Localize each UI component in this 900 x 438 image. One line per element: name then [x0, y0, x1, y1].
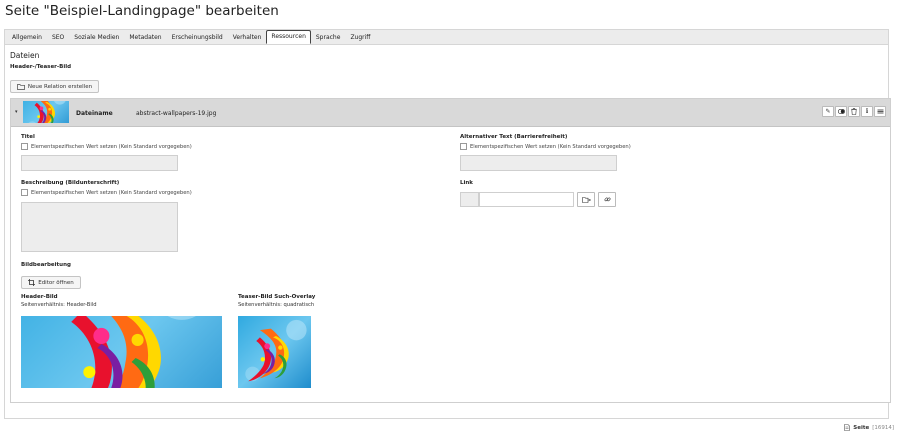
editor-open-label: Editor öffnen — [38, 279, 74, 286]
header-crop-title: Header-Bild — [21, 294, 58, 300]
titel-label: Titel — [21, 134, 35, 140]
tab-soziale-medien[interactable]: Soziale Medien — [69, 31, 124, 44]
field-title: Header-/Teaser-Bild — [10, 64, 72, 70]
abstract-artwork — [238, 316, 311, 388]
link-label: Link — [460, 180, 473, 186]
checkbox-box[interactable] — [460, 143, 467, 150]
beschreibung-label: Beschreibung (Bildunterschrift) — [21, 180, 120, 186]
alt-text-input[interactable] — [460, 155, 617, 171]
link-input[interactable] — [479, 192, 574, 207]
file-relation: ▾ Dateiname abstract-wallpapers-19.jpg ✎… — [10, 98, 891, 403]
record-id: [16914] — [872, 424, 894, 431]
link-browser-icon[interactable] — [577, 192, 595, 207]
relation-header[interactable]: ▾ Dateiname abstract-wallpapers-19.jpg ✎… — [11, 99, 890, 127]
alt-text-override-label: Elementspezifischen Wert setzen (Kein St… — [470, 143, 631, 150]
drag-handle-icon[interactable] — [874, 106, 886, 117]
tab-verhalten[interactable]: Verhalten — [228, 31, 267, 44]
editor-open-button[interactable]: Editor öffnen — [21, 276, 81, 289]
trash-icon[interactable] — [848, 106, 860, 117]
file-thumbnail[interactable] — [23, 101, 69, 123]
tab-erscheinungsbild[interactable]: Erscheinungsbild — [167, 31, 228, 44]
checkbox-box[interactable] — [21, 189, 28, 196]
beschreibung-textarea[interactable] — [21, 202, 178, 252]
tab-metadaten[interactable]: Metadaten — [124, 31, 166, 44]
page-icon — [844, 424, 851, 431]
teaser-crop-preview[interactable] — [238, 316, 311, 388]
link-chain-icon[interactable] — [598, 192, 616, 207]
teaser-crop-ratio: Seitenverhältnis: quadratisch — [238, 302, 315, 308]
titel-override-label: Elementspezifischen Wert setzen (Kein St… — [31, 143, 192, 150]
page-title: Seite "Beispiel-Landingpage" bearbeiten — [5, 3, 279, 19]
alt-text-label: Alternativer Text (Barrierefreiheit) — [460, 134, 568, 140]
alt-text-override-checkbox[interactable]: Elementspezifischen Wert setzen (Kein St… — [460, 143, 631, 150]
tab-seo[interactable]: SEO — [47, 31, 69, 44]
collapse-caret-icon[interactable]: ▾ — [15, 109, 18, 115]
crop-section-label: Bildbearbeitung — [21, 262, 71, 268]
beschreibung-override-label: Elementspezifischen Wert setzen (Kein St… — [31, 189, 192, 196]
new-relation-button[interactable]: Neue Relation erstellen — [10, 80, 99, 93]
pencil-icon[interactable]: ✎ — [822, 106, 834, 117]
abstract-artwork — [23, 101, 69, 123]
header-crop-ratio: Seitenverhältnis: Header-Bild — [21, 302, 97, 308]
crop-icon — [28, 279, 36, 286]
tab-ressourcen[interactable]: Ressourcen — [266, 30, 311, 44]
filename-label: Dateiname — [76, 110, 113, 117]
tab-zugriff[interactable]: Zugriff — [345, 31, 375, 44]
teaser-crop-title: Teaser-Bild Such-Overlay — [238, 294, 316, 300]
tab-sprache[interactable]: Sprache — [311, 31, 346, 44]
toggle-icon[interactable] — [835, 106, 847, 117]
new-relation-label: Neue Relation erstellen — [27, 83, 93, 90]
beschreibung-override-checkbox[interactable]: Elementspezifischen Wert setzen (Kein St… — [21, 189, 192, 196]
checkbox-box[interactable] — [21, 143, 28, 150]
section-title: Dateien — [10, 51, 40, 60]
tab-bar: Allgemein SEO Soziale Medien Metadaten E… — [4, 29, 889, 44]
abstract-artwork — [21, 316, 222, 388]
filename-value: abstract-wallpapers-19.jpg — [136, 110, 217, 117]
relation-controls: ✎ i — [822, 106, 886, 117]
info-icon[interactable]: i — [861, 106, 873, 117]
link-prefix — [460, 192, 479, 207]
titel-input[interactable] — [21, 155, 178, 171]
tab-allgemein[interactable]: Allgemein — [7, 31, 47, 44]
folder-icon — [17, 83, 25, 90]
titel-override-checkbox[interactable]: Elementspezifischen Wert setzen (Kein St… — [21, 143, 192, 150]
record-type: Seite — [853, 424, 870, 431]
record-footer: Seite [16914] — [844, 424, 894, 431]
link-field — [460, 192, 616, 207]
header-crop-preview[interactable] — [21, 316, 222, 388]
resources-panel: Dateien Header-/Teaser-Bild Neue Relatio… — [4, 44, 891, 419]
